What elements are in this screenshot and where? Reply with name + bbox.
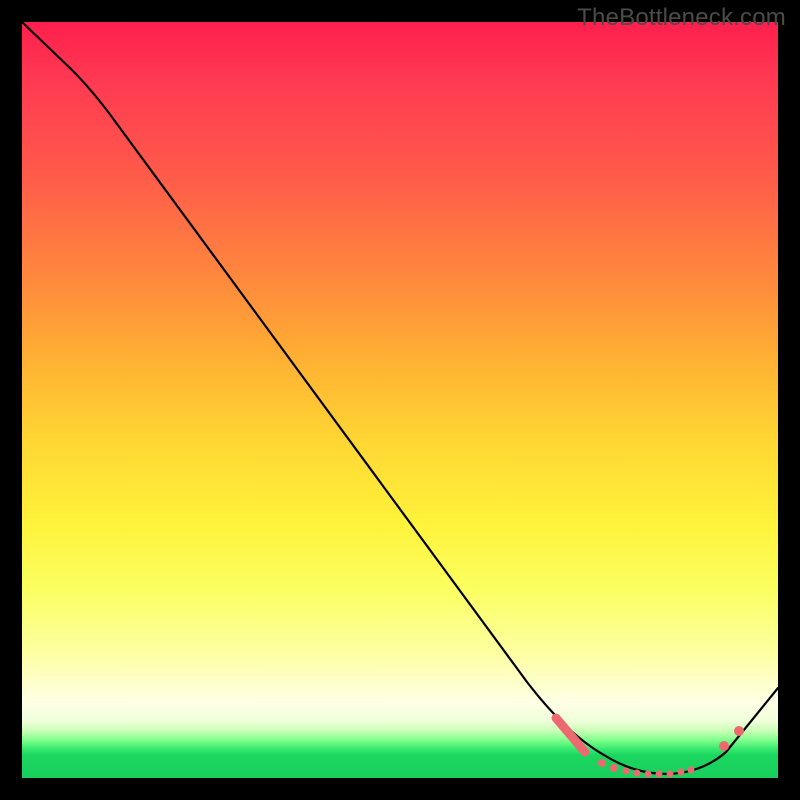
bottleneck-curve [22, 22, 778, 774]
watermark-text: TheBottleneck.com [577, 4, 786, 32]
plot-svg [22, 22, 778, 778]
marker-dash-left [556, 718, 585, 752]
marker-dot-right-1 [719, 741, 729, 751]
marker-dot-right-2 [734, 726, 744, 736]
gradient-plot-area [22, 22, 778, 778]
marker-bottom-row [598, 759, 695, 778]
chart-stage: TheBottleneck.com [0, 0, 800, 800]
